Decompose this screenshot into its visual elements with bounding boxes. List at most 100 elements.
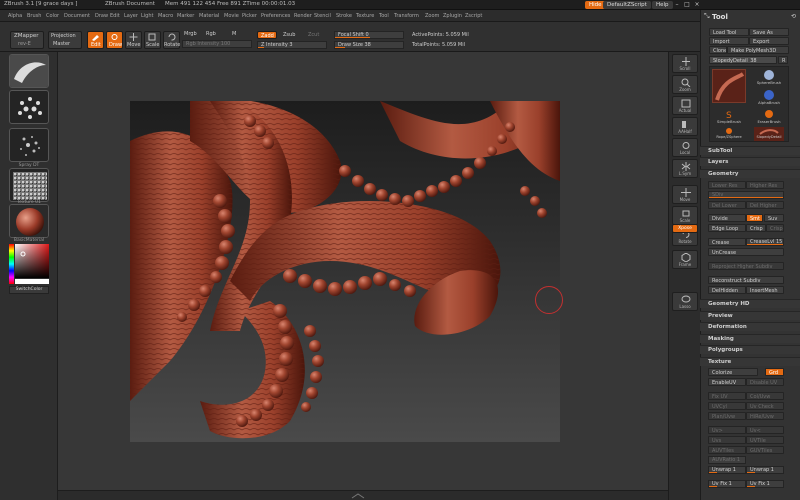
geometry-hd-section[interactable]: Geometry HD bbox=[700, 299, 800, 308]
menu-macro[interactable]: Macro bbox=[158, 13, 173, 19]
local-button[interactable]: Local bbox=[672, 138, 698, 157]
uv-fix-slider-1[interactable]: Uv Fix 1 bbox=[708, 480, 746, 488]
uvcyl-button[interactable]: UVCyl bbox=[708, 402, 746, 410]
lsym-button[interactable]: L.Sym bbox=[672, 159, 698, 178]
unwrap-slider-2[interactable]: Unwrap 1 bbox=[746, 466, 784, 474]
move-button[interactable]: Move bbox=[125, 31, 142, 49]
material-thumbnail[interactable] bbox=[9, 204, 49, 238]
aahalf-button[interactable]: AAHalf bbox=[672, 117, 698, 136]
crease-button[interactable]: Crease bbox=[708, 238, 746, 246]
document-viewport[interactable] bbox=[130, 101, 560, 442]
rotate-button[interactable]: Rotate bbox=[163, 31, 180, 49]
actual-button[interactable]: Actual bbox=[672, 96, 698, 115]
menu-transform[interactable]: Transform bbox=[394, 13, 419, 19]
draw-size-slider[interactable]: Draw Size 38 bbox=[334, 41, 404, 49]
current-tool-name[interactable]: SlopedyDetail_38 bbox=[709, 56, 777, 64]
clone-button[interactable]: Clone bbox=[709, 46, 727, 54]
zsub-button[interactable]: Zsub bbox=[283, 32, 295, 38]
uv-check-button[interactable]: Uv Check bbox=[746, 402, 784, 410]
simple-brush-tool[interactable]: S SimpleBrush bbox=[712, 109, 746, 125]
menu-tool[interactable]: Tool bbox=[379, 13, 389, 19]
tray-toggle-icon[interactable] bbox=[348, 492, 368, 500]
sdiv-slider[interactable]: SDiv bbox=[708, 191, 784, 199]
rgb-intensity-slider[interactable]: Rgb Intensity 100 bbox=[182, 40, 252, 48]
menu-zplugin[interactable]: Zplugin bbox=[443, 13, 462, 19]
menu-light[interactable]: Light bbox=[141, 13, 153, 19]
draw-button[interactable]: Draw bbox=[106, 31, 123, 49]
unwrap-slider-1[interactable]: Unwrap 1 bbox=[708, 466, 746, 474]
alpha-thumbnail[interactable] bbox=[9, 128, 49, 162]
move-view-button[interactable]: Move bbox=[672, 185, 698, 204]
geometry-section[interactable]: Geometry bbox=[700, 169, 800, 178]
uncrease-button[interactable]: UnCrease bbox=[708, 248, 784, 256]
menu-color[interactable]: Color bbox=[46, 13, 59, 19]
menu-zoom[interactable]: Zoom bbox=[425, 13, 439, 19]
zoom-button[interactable]: Zoom bbox=[672, 75, 698, 94]
default-zscript-button[interactable]: DefaultZScript bbox=[603, 1, 651, 9]
del-higher-button[interactable]: Del Higher bbox=[746, 201, 784, 209]
scale-button[interactable]: Scale bbox=[144, 31, 161, 49]
uvs-button[interactable]: Uvs bbox=[708, 436, 746, 444]
menu-picker[interactable]: Picker bbox=[242, 13, 257, 19]
delhidden-button[interactable]: DelHidden bbox=[708, 286, 746, 294]
maximize-icon[interactable]: □ bbox=[683, 1, 691, 9]
menu-movie[interactable]: Movie bbox=[224, 13, 239, 19]
hire-uvw-button[interactable]: HiRe/Uvw bbox=[746, 412, 784, 420]
menu-document[interactable]: Document bbox=[64, 13, 90, 19]
menu-marker[interactable]: Marker bbox=[177, 13, 194, 19]
menu-draw[interactable]: Draw bbox=[95, 13, 108, 19]
switch-color-button[interactable]: SwitchColor bbox=[9, 286, 49, 294]
zmapper-button[interactable]: ZMapper rev-E bbox=[10, 31, 44, 49]
make-polymesh-button[interactable]: Make PolyMesh3D bbox=[727, 46, 789, 54]
fix-uv-button[interactable]: Fix UV bbox=[708, 392, 746, 400]
lower-res-button[interactable]: Lower Res bbox=[708, 181, 746, 189]
menu-layer[interactable]: Layer bbox=[124, 13, 138, 19]
col-uvw-button[interactable]: Col/Uvw bbox=[746, 392, 784, 400]
tool-r-button[interactable]: R bbox=[778, 56, 788, 64]
stroke-thumbnail[interactable] bbox=[9, 90, 49, 124]
frame-button[interactable]: Frame bbox=[672, 250, 698, 269]
menu-stencil[interactable]: Stencil bbox=[314, 13, 331, 19]
preview-section[interactable]: Preview bbox=[700, 311, 800, 320]
deformation-section[interactable]: Deformation bbox=[700, 322, 800, 331]
menu-render[interactable]: Render bbox=[294, 13, 312, 19]
edit-button[interactable]: Edit bbox=[87, 31, 104, 49]
sphere-brush-tool[interactable]: SphereBrush bbox=[754, 69, 784, 87]
del-lower-button[interactable]: Del Lower bbox=[708, 201, 746, 209]
menu-alpha[interactable]: Alpha bbox=[8, 13, 22, 19]
auvratio-slider[interactable]: AUVRatio 1 bbox=[708, 456, 746, 464]
suv-toggle[interactable]: Suv bbox=[764, 214, 784, 222]
rgb-toggle[interactable]: Rgb bbox=[206, 31, 216, 37]
help-button[interactable]: Help bbox=[652, 1, 673, 9]
enable-uv-button[interactable]: EnableUV bbox=[708, 378, 746, 386]
masking-section[interactable]: Masking bbox=[700, 334, 800, 343]
menu-zscript[interactable]: Zscript bbox=[465, 13, 482, 19]
zadd-button[interactable]: Zadd bbox=[257, 31, 277, 39]
uv-next-button[interactable]: Uv> bbox=[708, 426, 746, 434]
export-button[interactable]: Export bbox=[749, 37, 789, 45]
grd-toggle[interactable]: Grd bbox=[765, 368, 784, 376]
higher-res-button[interactable]: Higher Res bbox=[746, 181, 784, 189]
z-intensity-slider[interactable]: Z Intensity 3 bbox=[257, 41, 327, 49]
zcut-button[interactable]: Zcut bbox=[308, 32, 319, 38]
scale-view-button[interactable]: Scale bbox=[672, 206, 698, 225]
edge-loop-button[interactable]: Edge Loop bbox=[708, 224, 746, 232]
focal-shift-slider[interactable]: Focal Shift 0 bbox=[334, 31, 404, 39]
uv-fix-slider-2[interactable]: Uv Fix 1 bbox=[746, 480, 784, 488]
save-as-button[interactable]: Save As bbox=[749, 28, 789, 36]
eraser-brush-tool[interactable]: EraserBrush bbox=[754, 109, 784, 125]
lasso-button[interactable]: Lasso bbox=[672, 292, 698, 311]
slopedy-tool[interactable]: SlopedyDetail bbox=[754, 127, 784, 141]
plan-uvw-button[interactable]: Plan/Uvw bbox=[708, 412, 746, 420]
minimize-icon[interactable]: – bbox=[673, 1, 681, 9]
scroll-button[interactable]: Scroll bbox=[672, 54, 698, 73]
m-toggle[interactable]: M bbox=[232, 31, 236, 37]
alpha-brush-tool[interactable]: AlphaBrush bbox=[754, 89, 784, 107]
menu-brush[interactable]: Brush bbox=[27, 13, 41, 19]
guvtiles-button[interactable]: GUVTiles bbox=[746, 446, 784, 454]
crisp-value[interactable]: Crisp bbox=[766, 224, 784, 232]
reproject-higher-subdiv-button[interactable]: Reproject Higher Subdiv bbox=[708, 262, 784, 270]
menu-preferences[interactable]: Preferences bbox=[261, 13, 290, 19]
color-picker[interactable] bbox=[9, 244, 49, 284]
uvtile-button[interactable]: UVTile bbox=[746, 436, 784, 444]
